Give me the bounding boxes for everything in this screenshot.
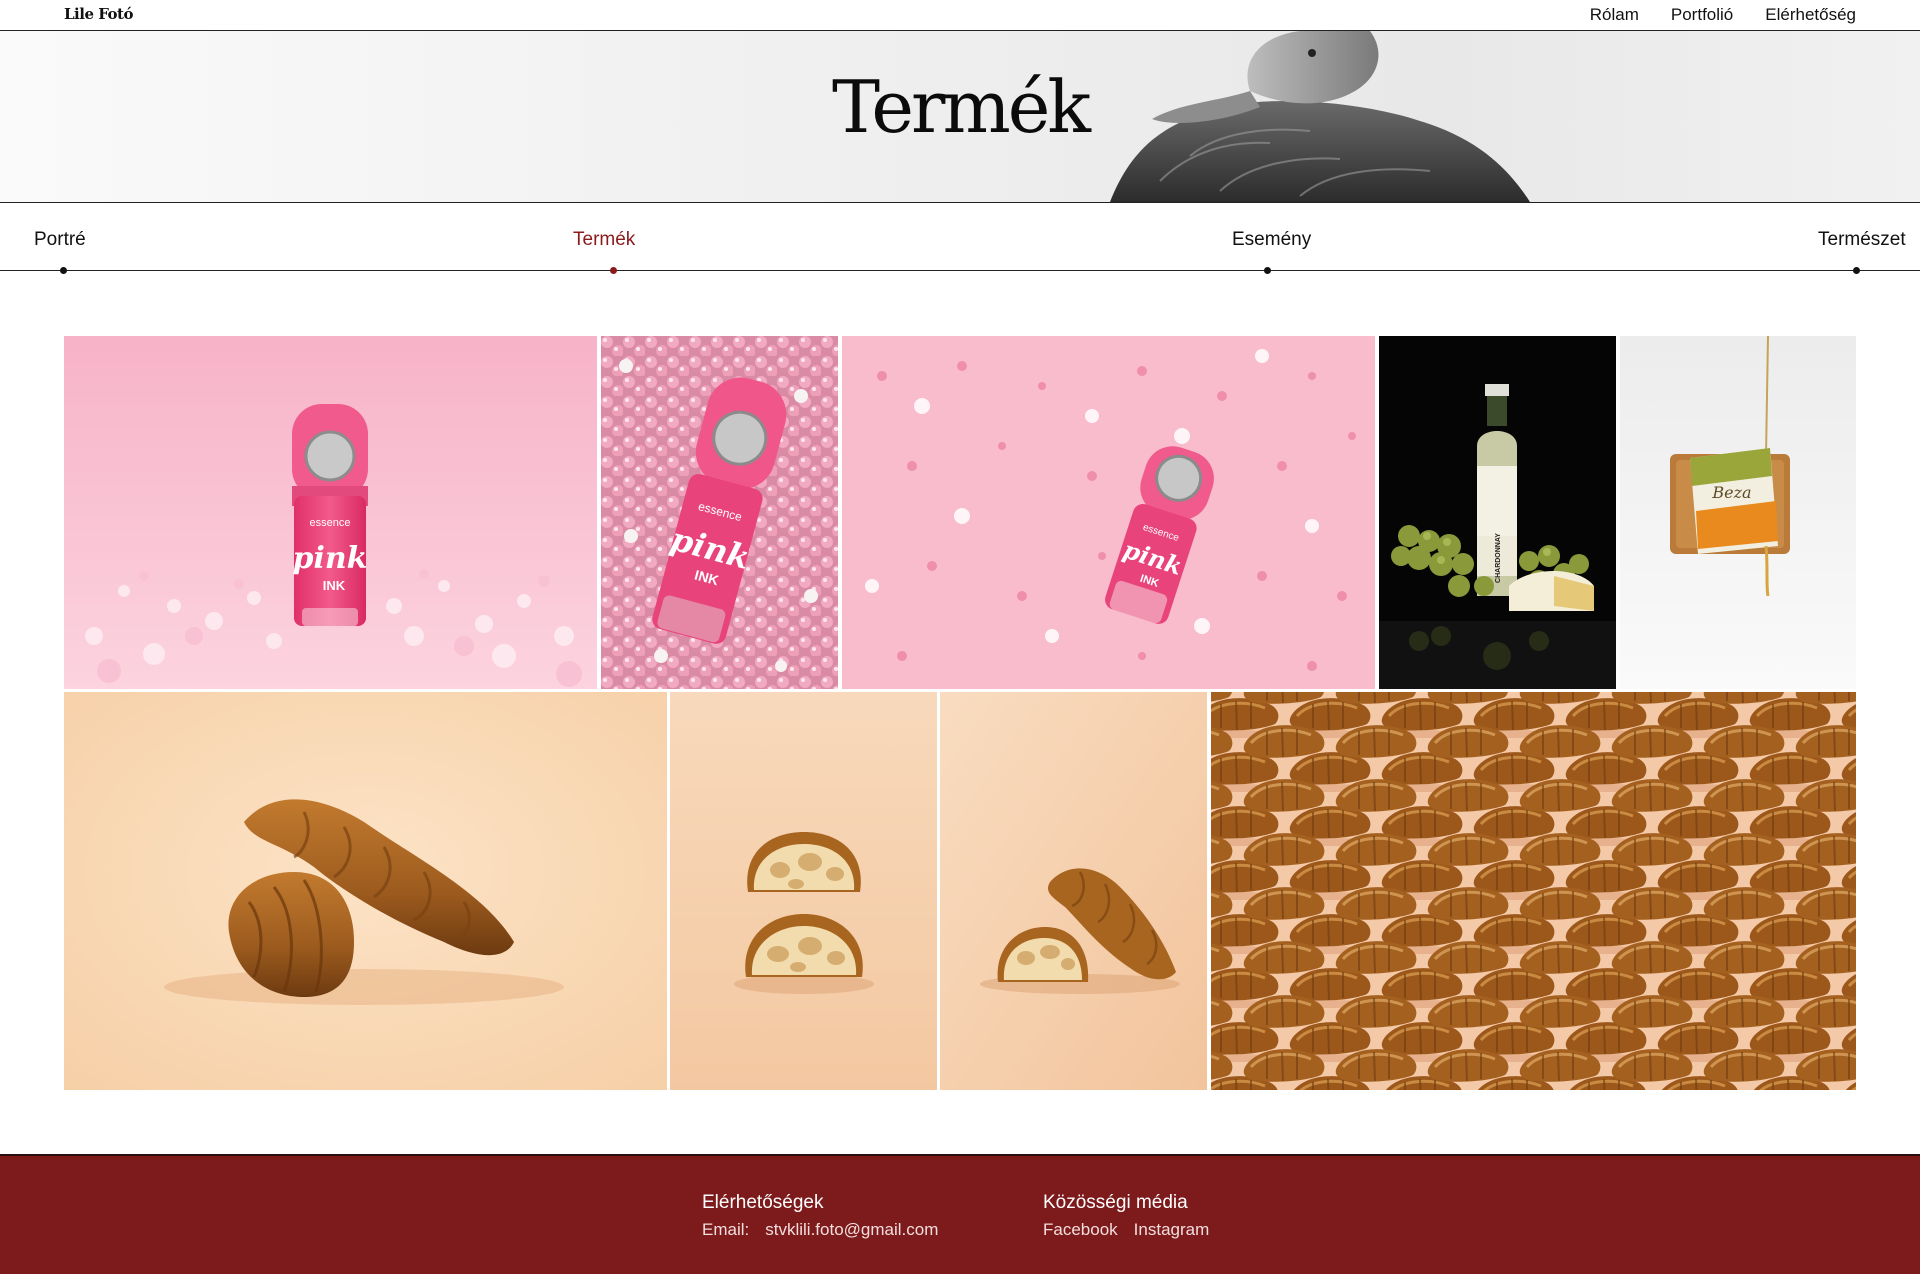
croissants-image: [64, 692, 667, 1090]
footer-contact-column: Elérhetőségek Email: stvklili.foto@gmail…: [702, 1192, 938, 1240]
page-title: Termék: [832, 65, 1091, 149]
timeline-line: [0, 270, 1920, 271]
gallery-photo-croissant-pattern[interactable]: [1211, 692, 1856, 1090]
croissant-halves-image: [670, 692, 937, 1090]
timeline-dot-termeszet[interactable]: [1853, 267, 1860, 274]
timeline-dot-termek[interactable]: [610, 267, 617, 274]
site-footer: Elérhetőségek Email: stvklili.foto@gmail…: [0, 1154, 1920, 1274]
soap-honey-image: Beza: [1620, 336, 1856, 689]
product-text: essence: [310, 517, 351, 529]
tab-termek[interactable]: Termék: [573, 229, 635, 251]
nav-item-rolam[interactable]: Rólam: [1590, 5, 1639, 25]
footer-social-column: Közösségi média Facebook Instagram: [1043, 1192, 1209, 1240]
timeline-dot-esemeny[interactable]: [1264, 267, 1271, 274]
category-tabs: Portré Termék Esemény Természet: [0, 203, 1920, 274]
hero-banner: Termék: [0, 31, 1920, 203]
wine-grapes-image: CHARDONNAY: [1379, 336, 1616, 689]
footer-contact-title: Elérhetőségek: [702, 1192, 824, 1213]
footer-facebook-link[interactable]: Facebook: [1043, 1220, 1118, 1240]
tab-esemeny[interactable]: Esemény: [1232, 229, 1311, 251]
gallery-photo-croissants-1[interactable]: [64, 692, 667, 1090]
gallery-photo-nail-polish-3[interactable]: essence pink INK: [842, 336, 1375, 689]
top-navigation-bar: Lile Fotó Rólam Portfolió Elérhetőség: [0, 0, 1920, 31]
croissant-with-half-image: [940, 692, 1207, 1090]
footer-instagram-link[interactable]: Instagram: [1134, 1220, 1210, 1240]
gallery-photo-croissants-3[interactable]: [940, 692, 1207, 1090]
tab-portre[interactable]: Portré: [34, 229, 86, 251]
gallery-photo-wine[interactable]: CHARDONNAY: [1379, 336, 1616, 689]
nav-item-elerhetoseg[interactable]: Elérhetőség: [1765, 5, 1856, 25]
nail-polish-flatlay-image: essence pink INK: [842, 336, 1375, 689]
nail-polish-pearls-image: essence pink INK: [601, 336, 838, 689]
footer-social-title: Közösségi média: [1043, 1192, 1188, 1213]
gallery-photo-nail-polish-1[interactable]: essence pink INK: [64, 336, 597, 689]
wine-label-text: CHARDONNAY: [1495, 533, 1502, 583]
main-nav: Rólam Portfolió Elérhetőség: [1590, 5, 1856, 25]
tab-termeszet[interactable]: Természet: [1818, 229, 1906, 251]
product-script-2: INK: [323, 578, 346, 593]
croissant-pattern-image: [1211, 692, 1856, 1090]
footer-email-label: Email:: [702, 1220, 750, 1239]
gallery-photo-croissants-2[interactable]: [670, 692, 937, 1090]
gallery-photo-soap[interactable]: Beza: [1620, 336, 1856, 689]
product-script: pink: [293, 541, 368, 576]
nav-item-portfolio[interactable]: Portfolió: [1671, 5, 1733, 25]
footer-email-link[interactable]: stvklili.foto@gmail.com: [765, 1220, 938, 1240]
site-logo[interactable]: Lile Fotó: [64, 5, 133, 23]
soap-label-text: Beza: [1711, 483, 1751, 502]
gallery-photo-nail-polish-2[interactable]: essence pink INK: [601, 336, 838, 689]
timeline-dot-portre[interactable]: [60, 267, 67, 274]
nail-polish-image: essence pink INK: [64, 336, 597, 689]
